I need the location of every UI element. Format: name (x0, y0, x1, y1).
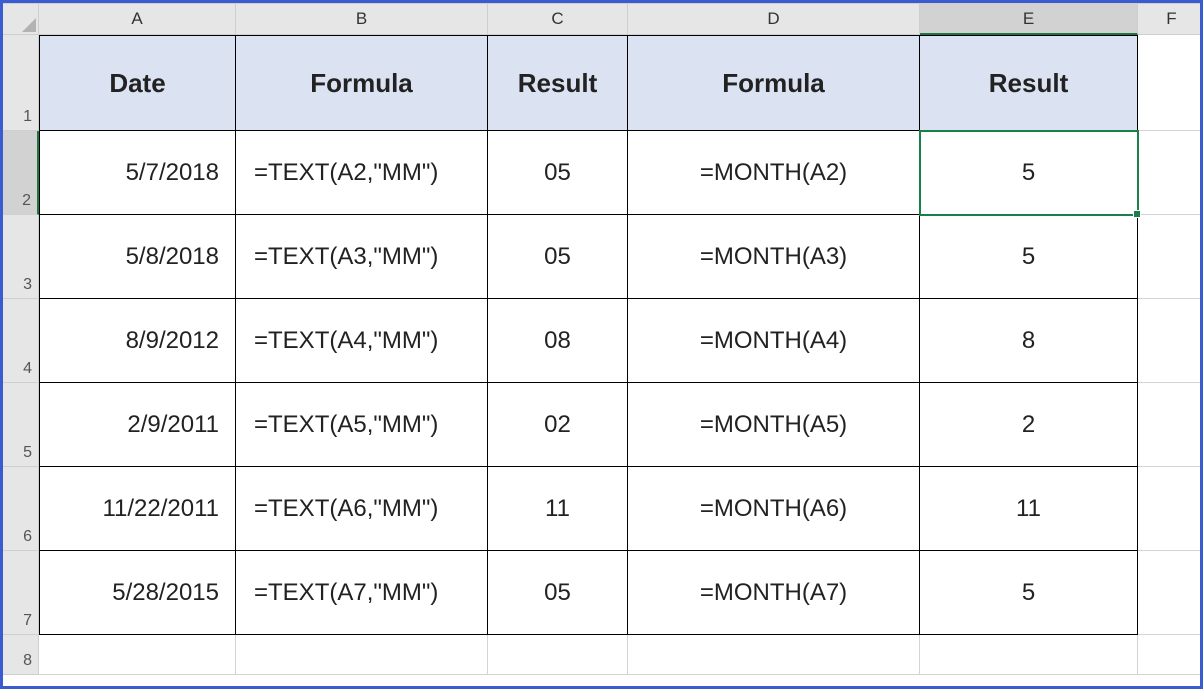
cell-E5[interactable]: 2 (920, 383, 1138, 467)
row-header-5[interactable]: 5 (3, 383, 39, 467)
cell-E3[interactable]: 5 (920, 215, 1138, 299)
cell-D1[interactable]: Formula (628, 35, 920, 131)
cell-C6[interactable]: 11 (488, 467, 628, 551)
cell-D6[interactable]: =MONTH(A6) (628, 467, 920, 551)
cell-A2[interactable]: 5/7/2018 (39, 131, 236, 215)
cell-E2[interactable]: 5 (920, 131, 1138, 215)
cell-B2[interactable]: =TEXT(A2,"MM") (236, 131, 488, 215)
cell-E1[interactable]: Result (920, 35, 1138, 131)
cell-F7[interactable] (1138, 551, 1203, 635)
cell-C8[interactable] (488, 635, 628, 675)
col-header-A[interactable]: A (39, 3, 236, 35)
select-all-triangle-icon (22, 18, 36, 32)
col-header-F[interactable]: F (1138, 3, 1203, 35)
cell-B4[interactable]: =TEXT(A4,"MM") (236, 299, 488, 383)
select-all-corner[interactable] (3, 3, 39, 35)
cell-F3[interactable] (1138, 215, 1203, 299)
cell-A8[interactable] (39, 635, 236, 675)
col-header-E[interactable]: E (920, 3, 1138, 35)
cell-D5[interactable]: =MONTH(A5) (628, 383, 920, 467)
row-header-6[interactable]: 6 (3, 467, 39, 551)
fill-handle[interactable] (1133, 210, 1141, 218)
cell-F6[interactable] (1138, 467, 1203, 551)
spreadsheet-grid: A B C D E F 1 Date Formula Result Formul… (3, 3, 1200, 675)
cell-A3[interactable]: 5/8/2018 (39, 215, 236, 299)
cell-C1[interactable]: Result (488, 35, 628, 131)
cell-C7[interactable]: 05 (488, 551, 628, 635)
cell-E6[interactable]: 11 (920, 467, 1138, 551)
col-header-D[interactable]: D (628, 3, 920, 35)
cell-A4[interactable]: 8/9/2012 (39, 299, 236, 383)
cell-D7[interactable]: =MONTH(A7) (628, 551, 920, 635)
cell-D2[interactable]: =MONTH(A2) (628, 131, 920, 215)
cell-E2-value: 5 (1022, 159, 1035, 187)
cell-A5[interactable]: 2/9/2011 (39, 383, 236, 467)
col-header-B[interactable]: B (236, 3, 488, 35)
cell-A1[interactable]: Date (39, 35, 236, 131)
cell-E4[interactable]: 8 (920, 299, 1138, 383)
row-header-8[interactable]: 8 (3, 635, 39, 675)
spreadsheet-frame: A B C D E F 1 Date Formula Result Formul… (0, 0, 1203, 689)
cell-B3[interactable]: =TEXT(A3,"MM") (236, 215, 488, 299)
row-header-2[interactable]: 2 (3, 131, 39, 215)
cell-E7[interactable]: 5 (920, 551, 1138, 635)
cell-C3[interactable]: 05 (488, 215, 628, 299)
cell-C4[interactable]: 08 (488, 299, 628, 383)
cell-D3[interactable]: =MONTH(A3) (628, 215, 920, 299)
cell-F4[interactable] (1138, 299, 1203, 383)
cell-E8[interactable] (920, 635, 1138, 675)
cell-F2[interactable] (1138, 131, 1203, 215)
cell-B1[interactable]: Formula (236, 35, 488, 131)
cell-C2[interactable]: 05 (488, 131, 628, 215)
row-header-3[interactable]: 3 (3, 215, 39, 299)
cell-B6[interactable]: =TEXT(A6,"MM") (236, 467, 488, 551)
cell-A6[interactable]: 11/22/2011 (39, 467, 236, 551)
cell-B8[interactable] (236, 635, 488, 675)
row-header-1[interactable]: 1 (3, 35, 39, 131)
cell-F8[interactable] (1138, 635, 1203, 675)
cell-F1[interactable] (1138, 35, 1203, 131)
row-header-7[interactable]: 7 (3, 551, 39, 635)
cell-F5[interactable] (1138, 383, 1203, 467)
cell-C5[interactable]: 02 (488, 383, 628, 467)
cell-B5[interactable]: =TEXT(A5,"MM") (236, 383, 488, 467)
col-header-C[interactable]: C (488, 3, 628, 35)
cell-D8[interactable] (628, 635, 920, 675)
cell-D4[interactable]: =MONTH(A4) (628, 299, 920, 383)
row-header-4[interactable]: 4 (3, 299, 39, 383)
cell-A7[interactable]: 5/28/2015 (39, 551, 236, 635)
cell-B7[interactable]: =TEXT(A7,"MM") (236, 551, 488, 635)
